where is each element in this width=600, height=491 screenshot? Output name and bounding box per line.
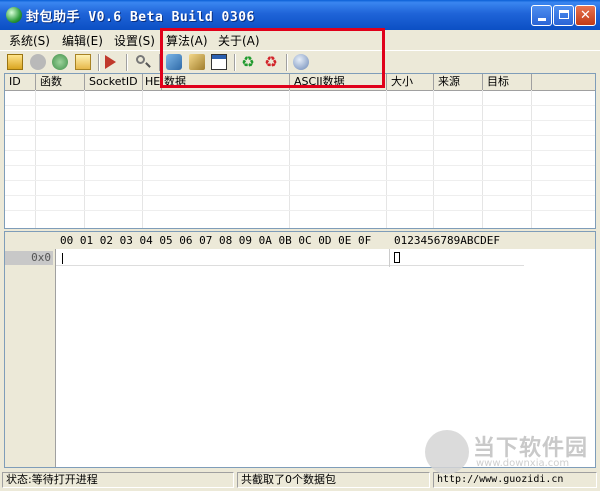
grid-line [35, 90, 36, 228]
ascii-offset-header: 0123456789ABCDEF [394, 234, 500, 247]
hex-ascii-divider [389, 249, 390, 267]
highlight-annotation-box [160, 28, 385, 88]
stop-icon[interactable] [30, 54, 46, 70]
grid-line [386, 90, 387, 228]
play-icon[interactable] [105, 55, 116, 69]
hex-caret [62, 253, 63, 264]
grid-line [5, 180, 595, 181]
watermark-url: www.downxia.com [476, 458, 570, 469]
status-url[interactable]: http://www.guozidi.cn [433, 472, 597, 488]
grid-line [5, 210, 595, 211]
menu-settings[interactable]: 设置(S) [114, 32, 155, 48]
hex-offset-header: 00 01 02 03 04 05 06 07 08 09 0A 0B 0C 0… [60, 234, 372, 247]
status-state: 状态:等待打开进程 [2, 472, 234, 488]
column-header-target[interactable]: 目标 [483, 74, 532, 90]
hex-row-address: 0x0 [5, 251, 53, 265]
minimize-button[interactable] [531, 5, 552, 26]
grid-line [289, 90, 290, 228]
hex-row[interactable] [56, 251, 524, 266]
hex-view-header: 00 01 02 03 04 05 06 07 08 09 0A 0B 0C 0… [5, 232, 595, 249]
folder-icon[interactable] [75, 54, 91, 70]
column-header-id[interactable]: ID [5, 74, 36, 90]
maximize-button[interactable] [553, 5, 574, 26]
watermark-logo-icon [425, 430, 469, 474]
menu-edit[interactable]: 编辑(E) [62, 32, 103, 48]
toolbar-separator [126, 54, 128, 71]
grid-line [5, 150, 595, 151]
menu-system[interactable]: 系统(S) [9, 32, 50, 48]
app-globe-icon [6, 7, 22, 23]
column-header-size[interactable]: 大小 [387, 74, 434, 90]
grid-line [5, 165, 595, 166]
packet-list[interactable]: ID 函数 SocketID HE 数据 ASCII数据 大小 来源 目标 [4, 73, 596, 229]
column-header-socketid[interactable]: SocketID [85, 74, 143, 90]
grid-line [5, 105, 595, 106]
column-header-function[interactable]: 函数 [36, 74, 85, 90]
search-icon[interactable] [135, 54, 151, 70]
window-title: 封包助手 V0.6 Beta Build 0306 [26, 10, 255, 25]
hex-address-gutter [5, 249, 56, 467]
grid-line [5, 195, 595, 196]
grid-line [5, 120, 595, 121]
grid-line [142, 90, 143, 228]
refresh-icon[interactable] [52, 54, 68, 70]
status-bar: 状态:等待打开进程 共截取了0个数据包 http://www.guozidi.c… [0, 470, 600, 491]
close-button[interactable]: ✕ [575, 5, 596, 26]
grid-line [482, 90, 483, 228]
open-icon[interactable] [7, 54, 23, 70]
close-icon: ✕ [580, 8, 591, 23]
grid-line [5, 135, 595, 136]
grid-line [531, 90, 532, 228]
title-bar[interactable]: 封包助手 V0.6 Beta Build 0306 ✕ [0, 0, 600, 30]
grid-line [433, 90, 434, 228]
grid-line [84, 90, 85, 228]
column-header-source[interactable]: 来源 [434, 74, 483, 90]
maximize-icon [558, 10, 569, 19]
main-window: 封包助手 V0.6 Beta Build 0306 ✕ 系统(S) 编辑(E) … [0, 0, 600, 491]
ascii-caret [394, 252, 400, 263]
status-packet-count: 共截取了0个数据包 [237, 472, 430, 488]
toolbar-separator [98, 54, 100, 71]
minimize-icon [537, 18, 546, 21]
